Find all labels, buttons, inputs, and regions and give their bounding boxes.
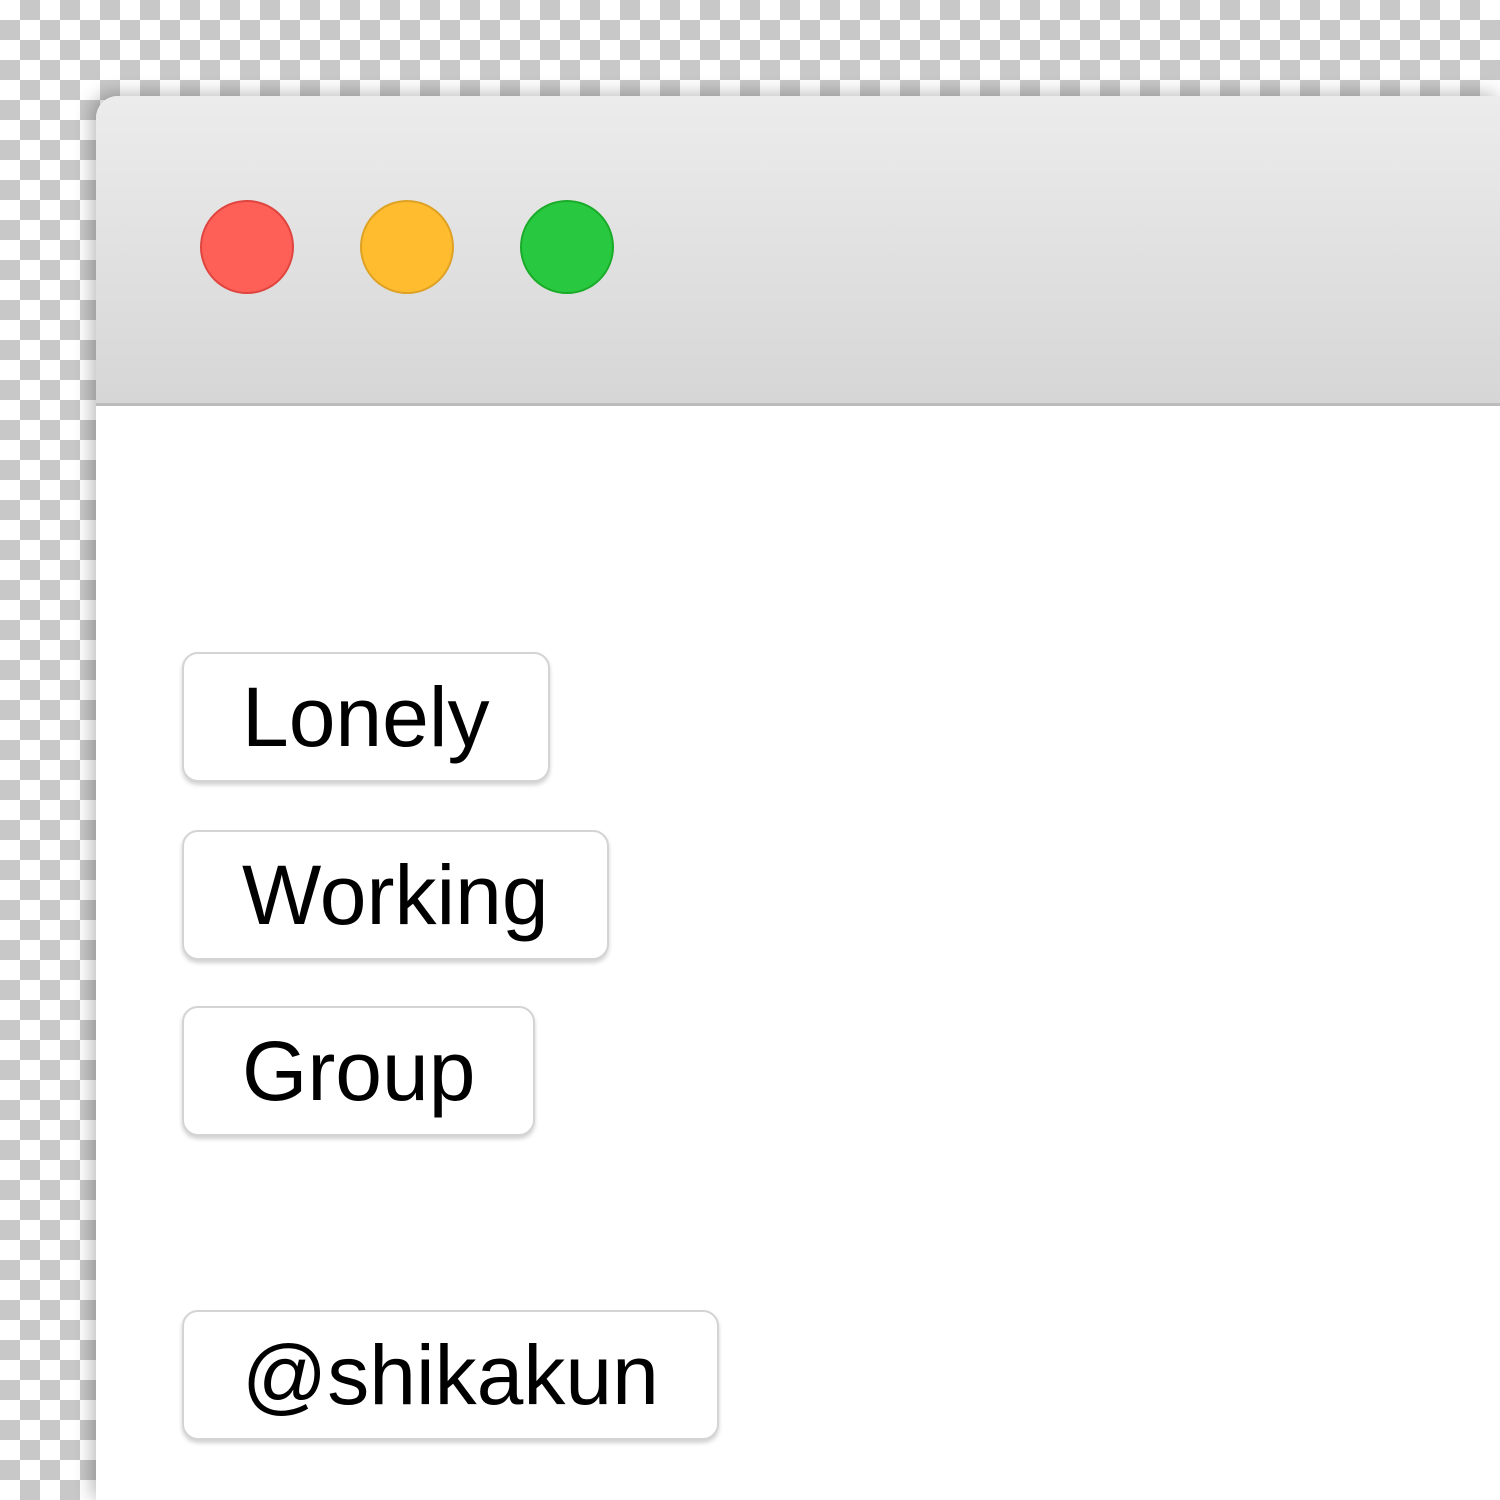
- lonely-button[interactable]: Lonely: [182, 652, 550, 782]
- window-content: Lonely Working Group @shikakun: [96, 406, 1500, 1500]
- shikakun-button[interactable]: @shikakun: [182, 1310, 719, 1440]
- title-bar[interactable]: [96, 96, 1500, 406]
- close-window-button[interactable]: [200, 200, 294, 294]
- zoom-window-button[interactable]: [520, 200, 614, 294]
- minimize-window-button[interactable]: [360, 200, 454, 294]
- app-window: Lonely Working Group @shikakun: [96, 96, 1500, 1500]
- group-button[interactable]: Group: [182, 1006, 536, 1136]
- working-button[interactable]: Working: [182, 830, 609, 960]
